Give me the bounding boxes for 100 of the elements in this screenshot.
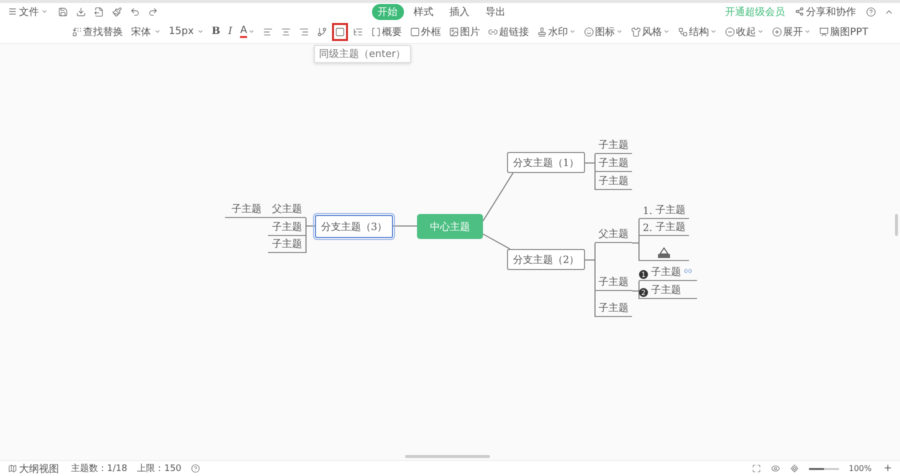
- topic[interactable]: 父主题: [595, 225, 632, 243]
- connector-line: [482, 234, 510, 250]
- frame-icon: [410, 26, 420, 36]
- toolbar-button[interactable]: 概要: [368, 22, 406, 40]
- toolbar-dropdown[interactable]: 水印: [534, 22, 580, 40]
- zoom-level: 100%: [848, 464, 872, 473]
- file-menu[interactable]: 文件: [6, 4, 50, 18]
- topic-label: 父主题: [272, 202, 302, 216]
- outline-view-button[interactable]: 大纲视图: [6, 462, 61, 476]
- topic[interactable]: 子主题: [268, 219, 306, 236]
- ribbon-tab[interactable]: 样式: [408, 4, 440, 20]
- download-icon: [76, 6, 86, 16]
- fit-screen-icon: [752, 464, 761, 473]
- topic-label: 子主题: [598, 276, 628, 289]
- toolbar-dropdown[interactable]: 结构: [675, 22, 720, 40]
- font-color-letter: A: [240, 26, 248, 38]
- shirt-icon: [631, 26, 642, 36]
- branch-icon: [317, 26, 328, 36]
- caret-icon: [154, 28, 161, 35]
- toolbar-button[interactable]: 查找替换: [68, 22, 126, 40]
- topic-label: 子主题: [272, 238, 302, 251]
- topic[interactable]: 子主题: [225, 201, 268, 218]
- zoom-in-button[interactable]: +: [882, 463, 894, 474]
- toolbar-button[interactable]: 超链接: [485, 22, 532, 40]
- picture-icon: [657, 247, 671, 259]
- toolbar-button[interactable]: 图片: [446, 22, 484, 40]
- topic[interactable]: 子主题: [268, 236, 306, 253]
- branch-topic[interactable]: 分支主题（1）: [507, 152, 585, 173]
- font-color-button[interactable]: A: [237, 22, 258, 40]
- topic[interactable]: 子主题: [595, 172, 632, 190]
- tooltip: 同级主题（enter）: [314, 44, 411, 62]
- caret-icon: [757, 28, 764, 35]
- link-icon: [488, 26, 498, 36]
- horizontal-scrollbar[interactable]: [405, 455, 490, 458]
- topic-label: 子主题: [598, 174, 628, 188]
- topic[interactable]: 子主题: [595, 136, 632, 154]
- topic-label: 子主题: [598, 138, 628, 152]
- topic-label: 子主题: [598, 302, 628, 315]
- locate-icon: [790, 464, 799, 473]
- presentation-icon: [819, 26, 830, 36]
- connector-line: [482, 172, 514, 222]
- help-icon: [866, 6, 876, 16]
- toolbar-dropdown[interactable]: 展开: [769, 22, 814, 40]
- format-button[interactable]: B: [208, 22, 224, 40]
- structure-icon: [678, 26, 688, 36]
- ribbon-tab[interactable]: 插入: [444, 4, 476, 20]
- tree-icon: [353, 26, 364, 36]
- smiley-icon: [584, 26, 594, 36]
- font-dropdown[interactable]: 15px: [166, 22, 207, 40]
- topic-label: 子主题: [655, 220, 686, 234]
- toolbar-button[interactable]: 脑图PPT: [816, 22, 872, 40]
- caret-icon: [710, 28, 718, 35]
- export-icon: [94, 6, 104, 16]
- topic-label: 子主题: [272, 220, 302, 234]
- topic[interactable]: 子主题: [595, 273, 632, 291]
- format-button[interactable]: I: [225, 22, 236, 40]
- share-button[interactable]: 分享和协作: [793, 4, 858, 18]
- caret-icon: [41, 8, 48, 15]
- redo-icon: [148, 6, 158, 16]
- toolbar-dropdown[interactable]: 收起: [722, 22, 768, 40]
- topic-limit: 上限：150: [137, 462, 182, 475]
- align-left-icon: [263, 26, 274, 36]
- topic-label: 子主题: [655, 204, 686, 217]
- minus-circle-icon: [725, 26, 736, 36]
- ribbon-tab[interactable]: 导出: [480, 4, 512, 20]
- caret-icon: [248, 28, 256, 35]
- topic[interactable]: 子主题: [595, 299, 632, 317]
- caret-icon: [804, 28, 812, 35]
- stamp-icon: [537, 26, 548, 36]
- toolbar-dropdown[interactable]: 风格: [628, 22, 674, 40]
- topic-icon: [335, 26, 346, 36]
- help-icon: [191, 464, 200, 473]
- number-label: 2.: [642, 223, 652, 234]
- plus-circle-icon: [772, 26, 782, 36]
- caret-icon: [616, 28, 624, 35]
- image-icon: [449, 26, 460, 36]
- caret-icon: [196, 28, 204, 35]
- align-center-icon: [281, 26, 292, 36]
- toolbar-dropdown[interactable]: 图标: [581, 22, 626, 40]
- eye-icon: [770, 464, 780, 473]
- topic-label: 子主题: [651, 266, 681, 279]
- vertical-scrollbar[interactable]: [895, 214, 898, 236]
- connector-line: [584, 154, 596, 190]
- topic[interactable]: 父主题: [268, 201, 306, 218]
- connector-line: [632, 280, 640, 300]
- undo-icon: [130, 6, 140, 16]
- topic-label: 子主题: [598, 156, 628, 170]
- align-right-icon: [299, 26, 310, 36]
- branch-topic[interactable]: 分支主题（3）: [315, 215, 393, 238]
- topic-label: 父主题: [598, 228, 628, 241]
- toolbar-button[interactable]: 外框: [407, 22, 444, 40]
- caret-icon: [569, 28, 576, 35]
- topic[interactable]: 子主题: [595, 154, 632, 172]
- save-icon: [58, 6, 68, 16]
- branch-topic[interactable]: 分支主题（2）: [507, 249, 585, 270]
- font-dropdown[interactable]: 宋体: [128, 22, 164, 40]
- topic[interactable]: 2. 子主题: [639, 219, 689, 236]
- topic[interactable]: 1. 子主题: [639, 202, 689, 219]
- topic-label: 子主题: [232, 202, 262, 216]
- menu-icon: [8, 7, 17, 16]
